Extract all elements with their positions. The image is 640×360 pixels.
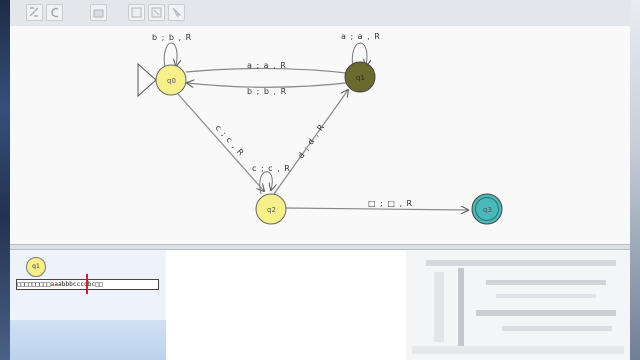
artifact-bar: [458, 268, 464, 348]
automaton-graph[interactable]: b ; b , R a ; a , R a ; a , R b ; b , R …: [10, 26, 630, 244]
artifact-bar: [412, 346, 624, 354]
video-artifact-area: [406, 250, 630, 360]
simulation-blank-area: [166, 250, 406, 360]
state-q0[interactable]: q0: [155, 64, 187, 96]
attribute-editor-icon: [29, 7, 39, 17]
svg-text:q3: q3: [483, 206, 492, 214]
label-q0-q1: a ; a , R: [247, 61, 287, 70]
undo-tool[interactable]: [46, 4, 63, 21]
label-q1-q0: b ; b , R: [247, 87, 287, 96]
automaton-canvas[interactable]: b ; b , R a ; a , R a ; a , R b ; b , R …: [10, 26, 630, 244]
editor-toolbar: [10, 0, 630, 27]
artifact-bar: [496, 294, 596, 298]
svg-text:q1: q1: [356, 74, 365, 82]
deleter-tool[interactable]: [148, 4, 165, 21]
artifact-bar: [434, 272, 444, 342]
artifact-bar: [426, 260, 616, 266]
deleter-icon: [151, 7, 162, 18]
artifact-bar: [502, 326, 612, 331]
jflap-window: b ; b , R a ; a , R a ; a , R b ; b , R …: [10, 0, 630, 360]
desktop-left-edge: [0, 0, 10, 360]
svg-text:q2: q2: [267, 206, 276, 214]
transition-creator-icon: [131, 7, 142, 18]
label-loop-q0: b ; b , R: [152, 33, 192, 42]
state-q2[interactable]: q2: [255, 193, 287, 225]
attribute-editor-tool[interactable]: [26, 4, 43, 21]
label-loop-q1: a ; a , R: [341, 32, 381, 41]
state-creator-tool[interactable]: [90, 4, 107, 21]
tape-head-marker: [86, 274, 88, 294]
tape-right-cells: aabbbcccdbc□□: [54, 281, 103, 288]
transition-creator-tool[interactable]: [128, 4, 145, 21]
loop-q0[interactable]: [163, 42, 177, 69]
initial-state-marker: [137, 62, 157, 98]
select-icon: [172, 7, 182, 18]
tape-left-cells: □□□□□□□□□: [17, 281, 51, 288]
label-q2-q1: d ; d , R: [296, 122, 326, 160]
svg-text:q0: q0: [167, 77, 176, 85]
simulation-controls-area: [10, 320, 166, 360]
undo-icon: [51, 7, 59, 18]
label-q2-q3: □ ; □ , R: [368, 199, 413, 208]
simulation-panel: q1 □□□□□□□□□aaabbbcccdbc□□: [10, 250, 167, 360]
current-state-indicator[interactable]: q1: [26, 257, 46, 277]
transition-q0-q2[interactable]: [177, 93, 264, 191]
artifact-bar: [486, 280, 606, 285]
loop-q2[interactable]: [259, 171, 273, 195]
select-tool[interactable]: [168, 4, 185, 21]
state-creator-icon: [93, 9, 104, 18]
artifact-bar: [476, 310, 616, 316]
label-loop-q2: c ; c , R: [252, 164, 291, 173]
desktop-right-edge: [630, 0, 640, 360]
transition-q2-q3[interactable]: [285, 208, 468, 210]
state-q1[interactable]: q1: [344, 61, 376, 93]
state-q3[interactable]: q3: [471, 193, 503, 225]
